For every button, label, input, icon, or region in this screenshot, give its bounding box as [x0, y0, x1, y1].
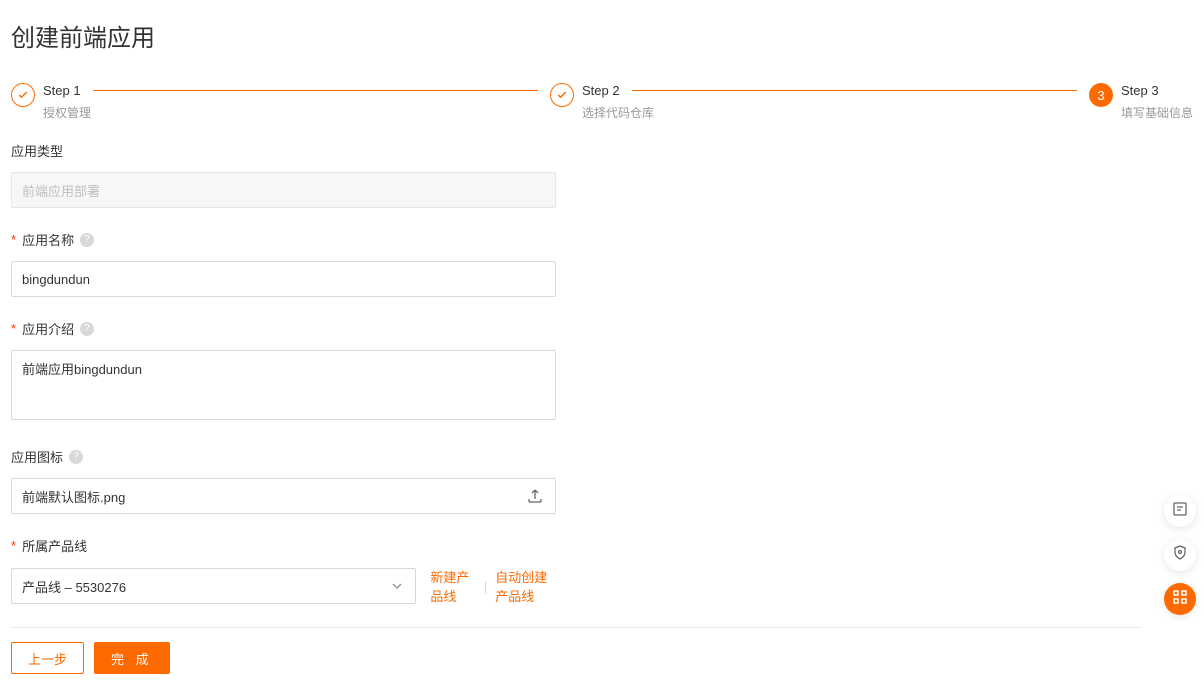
- app-type-input: [11, 172, 556, 208]
- shield-icon: [1172, 545, 1188, 566]
- field-app-icon: 应用图标 ? 前端默认图标.png: [11, 447, 559, 514]
- step-number-icon: 3: [1089, 83, 1113, 107]
- upload-icon: [527, 488, 543, 504]
- product-line-select[interactable]: 产品线 – 5530276: [11, 568, 416, 604]
- step-connector: [632, 90, 1077, 91]
- required-mark: *: [11, 538, 16, 553]
- new-product-line-link[interactable]: 新建产品线: [430, 567, 476, 605]
- form: 应用类型 * 应用名称 ? * 应用介绍 ? 前端应用bingdundun 应用…: [0, 131, 570, 605]
- step-1-desc: 授权管理: [43, 104, 550, 121]
- app-type-label: 应用类型: [11, 141, 63, 160]
- page-title: 创建前端应用: [0, 0, 1204, 53]
- product-line-label: 所属产品线: [22, 536, 87, 555]
- step-3-desc: 填写基础信息: [1121, 104, 1193, 121]
- complete-button[interactable]: 完 成: [94, 642, 170, 674]
- step-2-label: Step 2: [582, 83, 620, 98]
- float-security-button[interactable]: [1164, 539, 1196, 571]
- field-product-line: * 所属产品线 产品线 – 5530276 新建产品线 | 自动创建产品线: [11, 536, 559, 605]
- required-mark: *: [11, 321, 16, 336]
- step-1: Step 1 授权管理: [11, 83, 550, 121]
- note-icon: [1172, 501, 1188, 522]
- step-2: Step 2 选择代码仓库: [550, 83, 1089, 121]
- app-name-label: 应用名称: [22, 230, 74, 249]
- check-icon: [550, 83, 574, 107]
- product-line-value: 产品线 – 5530276: [22, 577, 126, 596]
- app-name-input[interactable]: [11, 261, 556, 297]
- help-icon[interactable]: ?: [80, 233, 94, 247]
- field-app-type: 应用类型: [11, 141, 559, 208]
- separator: |: [484, 579, 487, 594]
- float-feedback-button[interactable]: [1164, 495, 1196, 527]
- app-intro-label: 应用介绍: [22, 319, 74, 338]
- app-icon-upload[interactable]: 前端默认图标.png: [11, 478, 556, 514]
- required-mark: *: [11, 232, 16, 247]
- float-apps-button[interactable]: [1164, 583, 1196, 615]
- step-connector: [93, 90, 538, 91]
- check-icon: [11, 83, 35, 107]
- help-icon[interactable]: ?: [80, 322, 94, 336]
- footer-actions: 上一步 完 成: [0, 628, 1204, 688]
- step-1-label: Step 1: [43, 83, 81, 98]
- help-icon[interactable]: ?: [69, 450, 83, 464]
- step-3-label: Step 3: [1121, 83, 1159, 98]
- auto-create-product-line-link[interactable]: 自动创建产品线: [495, 567, 559, 605]
- step-2-desc: 选择代码仓库: [582, 104, 1089, 121]
- steps-progress: Step 1 授权管理 Step 2 选择代码仓库 3 Step 3 填写基础信…: [0, 53, 1204, 131]
- prev-button[interactable]: 上一步: [11, 642, 84, 674]
- floating-toolbar: [1164, 495, 1196, 615]
- field-app-intro: * 应用介绍 ? 前端应用bingdundun: [11, 319, 559, 425]
- grid-icon: [1172, 589, 1188, 610]
- app-intro-textarea[interactable]: 前端应用bingdundun: [11, 350, 556, 420]
- app-icon-filename: 前端默认图标.png: [22, 487, 125, 506]
- chevron-down-icon: [391, 580, 403, 592]
- app-icon-label: 应用图标: [11, 447, 63, 466]
- step-3: 3 Step 3 填写基础信息: [1089, 83, 1193, 121]
- field-app-name: * 应用名称 ?: [11, 230, 559, 297]
